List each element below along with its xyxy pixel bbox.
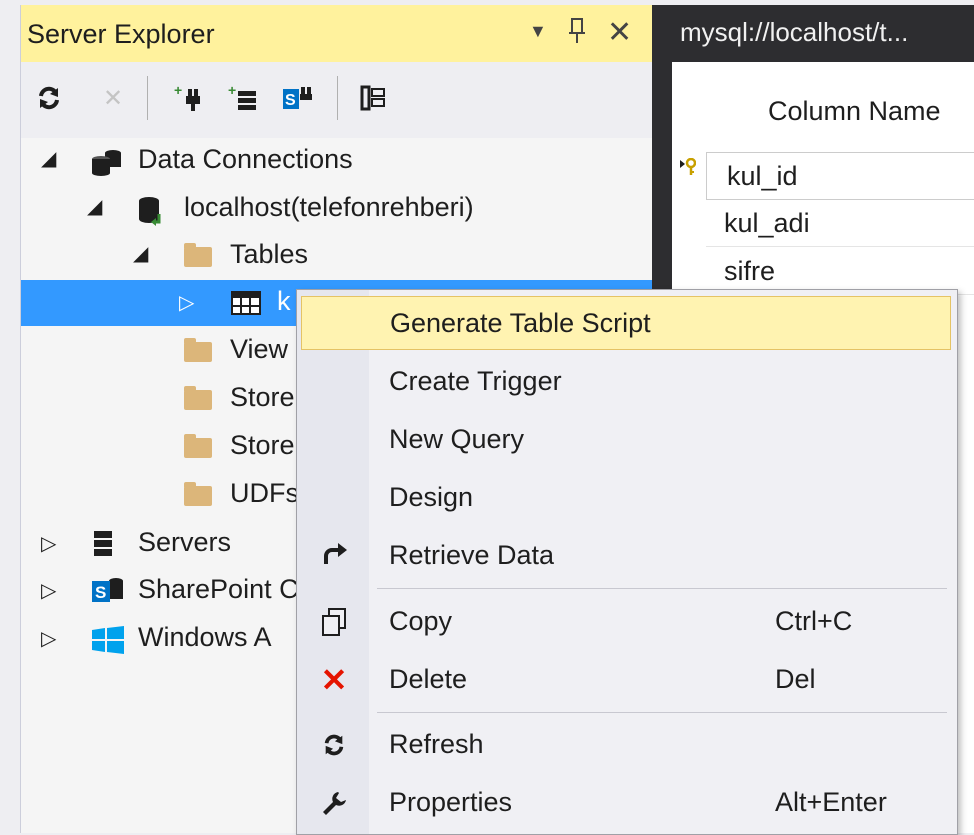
refresh-icon (317, 728, 351, 762)
menu-item-copy[interactable]: Copy Ctrl+C (301, 595, 951, 649)
toolbar-separator (337, 76, 338, 120)
context-menu: Generate Table Script Create Trigger New… (296, 289, 958, 835)
menu-item-new-query[interactable]: New Query (301, 413, 951, 467)
copy-icon (317, 605, 351, 639)
menu-separator (377, 712, 947, 713)
tree-node-label: k (277, 286, 291, 316)
collapsed-arrow-icon[interactable]: ▷ (41, 626, 56, 651)
menu-item-label: Generate Table Script (390, 308, 651, 338)
menu-item-delete[interactable]: ✕ Delete Del (301, 653, 951, 707)
document-tab[interactable]: mysql://localhost/t... (652, 5, 974, 62)
column-row[interactable]: sifre (706, 248, 974, 295)
properties-icon[interactable] (355, 80, 391, 116)
menu-item-label: Create Trigger (389, 366, 562, 396)
sharepoint-icon: S (91, 576, 123, 602)
panel-title: Server Explorer (27, 19, 215, 49)
column-name-cell[interactable]: kul_id (727, 161, 798, 192)
folder-icon (184, 338, 212, 362)
delete-icon: ✕ (320, 662, 348, 698)
tree-node-label: UDFs (230, 478, 299, 508)
menu-item-generate-table-script[interactable]: Generate Table Script (301, 296, 951, 350)
menu-item-label: Design (389, 482, 474, 512)
server-explorer-titlebar[interactable]: Server Explorer ▼ ✕ (21, 5, 653, 62)
data-connections-icon (89, 148, 121, 176)
menu-item-label: Retrieve Data (389, 540, 555, 570)
tree-node-label: Store (230, 430, 295, 460)
tree-node-label: Windows A (138, 622, 272, 652)
tree-node-label: SharePoint C (138, 574, 299, 604)
svg-text:+: + (228, 83, 236, 98)
menu-item-shortcut: Ctrl+C (775, 606, 853, 636)
tree-node-label: Tables (230, 239, 309, 269)
folder-icon (184, 482, 212, 506)
toolbar-separator (147, 76, 148, 120)
tree-node-label: Store (230, 382, 295, 412)
menu-item-refresh[interactable]: Refresh (301, 718, 951, 772)
pin-icon[interactable] (568, 17, 588, 52)
folder-icon (184, 386, 212, 410)
server-explorer-toolbar: ✕ + + S (21, 62, 653, 138)
menu-item-label: Delete (389, 664, 468, 694)
tree-node-localhost-connection[interactable]: ◢ localhost(telefonrehberi) (21, 186, 653, 232)
menu-item-create-trigger[interactable]: Create Trigger (301, 355, 951, 409)
folder-icon (184, 434, 212, 458)
menu-item-properties[interactable]: Properties Alt+Enter (301, 776, 951, 830)
expanded-arrow-icon[interactable]: ◢ (133, 241, 148, 266)
tree-node-data-connections[interactable]: ◢ Data Connections (21, 138, 653, 184)
connect-to-server-icon[interactable]: + (225, 80, 261, 116)
column-row[interactable]: kul_id (706, 152, 974, 200)
expanded-arrow-icon[interactable]: ◢ (41, 146, 56, 171)
wrench-icon (317, 786, 351, 820)
menu-item-shortcut: Alt+Enter (775, 787, 887, 817)
refresh-icon[interactable] (31, 80, 67, 116)
tree-node-label: View (230, 334, 289, 364)
document-tab-title: mysql://localhost/t... (680, 17, 909, 47)
primary-key-icon (680, 157, 697, 181)
menu-item-label: Refresh (389, 729, 484, 759)
windows-logo-icon (91, 626, 124, 654)
collapsed-arrow-icon[interactable]: ▷ (41, 531, 56, 556)
chevron-down-icon[interactable]: ▼ (529, 21, 547, 42)
svg-text:+: + (174, 83, 182, 98)
tree-node-label: localhost(telefonrehberi) (184, 192, 474, 222)
column-row[interactable]: kul_adi (706, 200, 974, 247)
table-icon (231, 291, 261, 315)
close-icon[interactable]: ✕ (607, 15, 632, 50)
server-icon (91, 529, 119, 556)
column-name-cell[interactable]: kul_adi (724, 208, 810, 239)
collapsed-arrow-icon[interactable]: ▷ (179, 290, 194, 315)
menu-item-label: Copy (389, 606, 453, 636)
folder-icon (184, 243, 212, 267)
retrieve-data-icon (317, 539, 351, 573)
menu-item-shortcut: Del (775, 664, 816, 694)
svg-text:S: S (285, 92, 296, 109)
tree-node-label: Servers (138, 527, 232, 557)
collapsed-arrow-icon[interactable]: ▷ (41, 578, 56, 603)
column-name-cell[interactable]: sifre (724, 256, 775, 287)
tree-node-tables[interactable]: ◢ Tables (21, 233, 653, 279)
stop-icon[interactable]: ✕ (95, 80, 131, 116)
svg-text:S: S (95, 583, 106, 602)
tree-node-label: Data Connections (138, 144, 353, 174)
column-name-header[interactable]: Column Name (768, 96, 941, 127)
menu-item-label: Properties (389, 787, 513, 817)
connect-to-sharepoint-icon[interactable]: S (279, 80, 315, 116)
database-connection-icon (137, 196, 165, 226)
expanded-arrow-icon[interactable]: ◢ (87, 194, 102, 219)
menu-item-retrieve-data[interactable]: Retrieve Data (301, 529, 951, 583)
menu-item-design[interactable]: Design (301, 471, 951, 525)
connect-to-database-icon[interactable]: + (171, 80, 207, 116)
menu-separator (377, 588, 947, 589)
menu-item-label: New Query (389, 424, 525, 454)
